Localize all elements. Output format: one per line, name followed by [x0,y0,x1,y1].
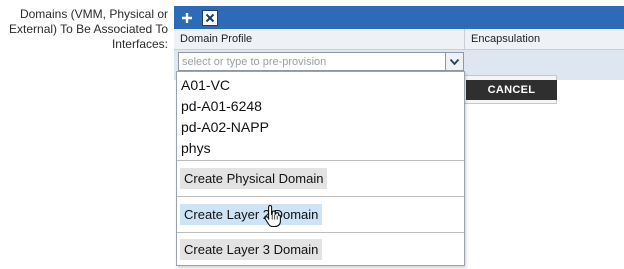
table-header: Domain Profile Encapsulation [174,29,624,50]
create-physical-domain-button[interactable]: Create Physical Domain [180,168,328,189]
column-header-encapsulation[interactable]: Encapsulation [465,29,624,49]
create-layer-3-domain-button[interactable]: Create Layer 3 Domain [180,239,323,260]
dropdown-option-pd-a02-napp[interactable]: pd-A02-NAPP [181,119,269,135]
dropdown-divider [177,232,464,233]
domain-profile-combobox[interactable] [178,52,464,71]
domain-profile-dropdown: A01-VC pd-A01-6248 pd-A02-NAPP phys Crea… [176,71,465,266]
close-x-icon[interactable] [202,9,218,26]
dropdown-divider [177,160,464,161]
table-toolbar [174,6,624,29]
dropdown-divider [177,196,464,197]
cancel-button[interactable]: CANCEL [466,80,557,100]
domains-field-label: Domains (VMM, Physical or External) To B… [9,7,168,51]
chevron-down-icon[interactable] [445,53,463,70]
dropdown-option-phys[interactable]: phys [181,140,211,156]
plus-icon[interactable] [179,10,195,26]
dropdown-option-pd-a01-6248[interactable]: pd-A01-6248 [181,98,262,114]
domain-profile-input[interactable] [179,54,445,69]
dropdown-option-a01-vc[interactable]: A01-VC [181,77,230,93]
hand-pointer-cursor-icon [264,204,281,228]
column-header-domain-profile[interactable]: Domain Profile [174,29,465,49]
create-layer-2-domain-button[interactable]: Create Layer 2 Domain [180,204,323,225]
